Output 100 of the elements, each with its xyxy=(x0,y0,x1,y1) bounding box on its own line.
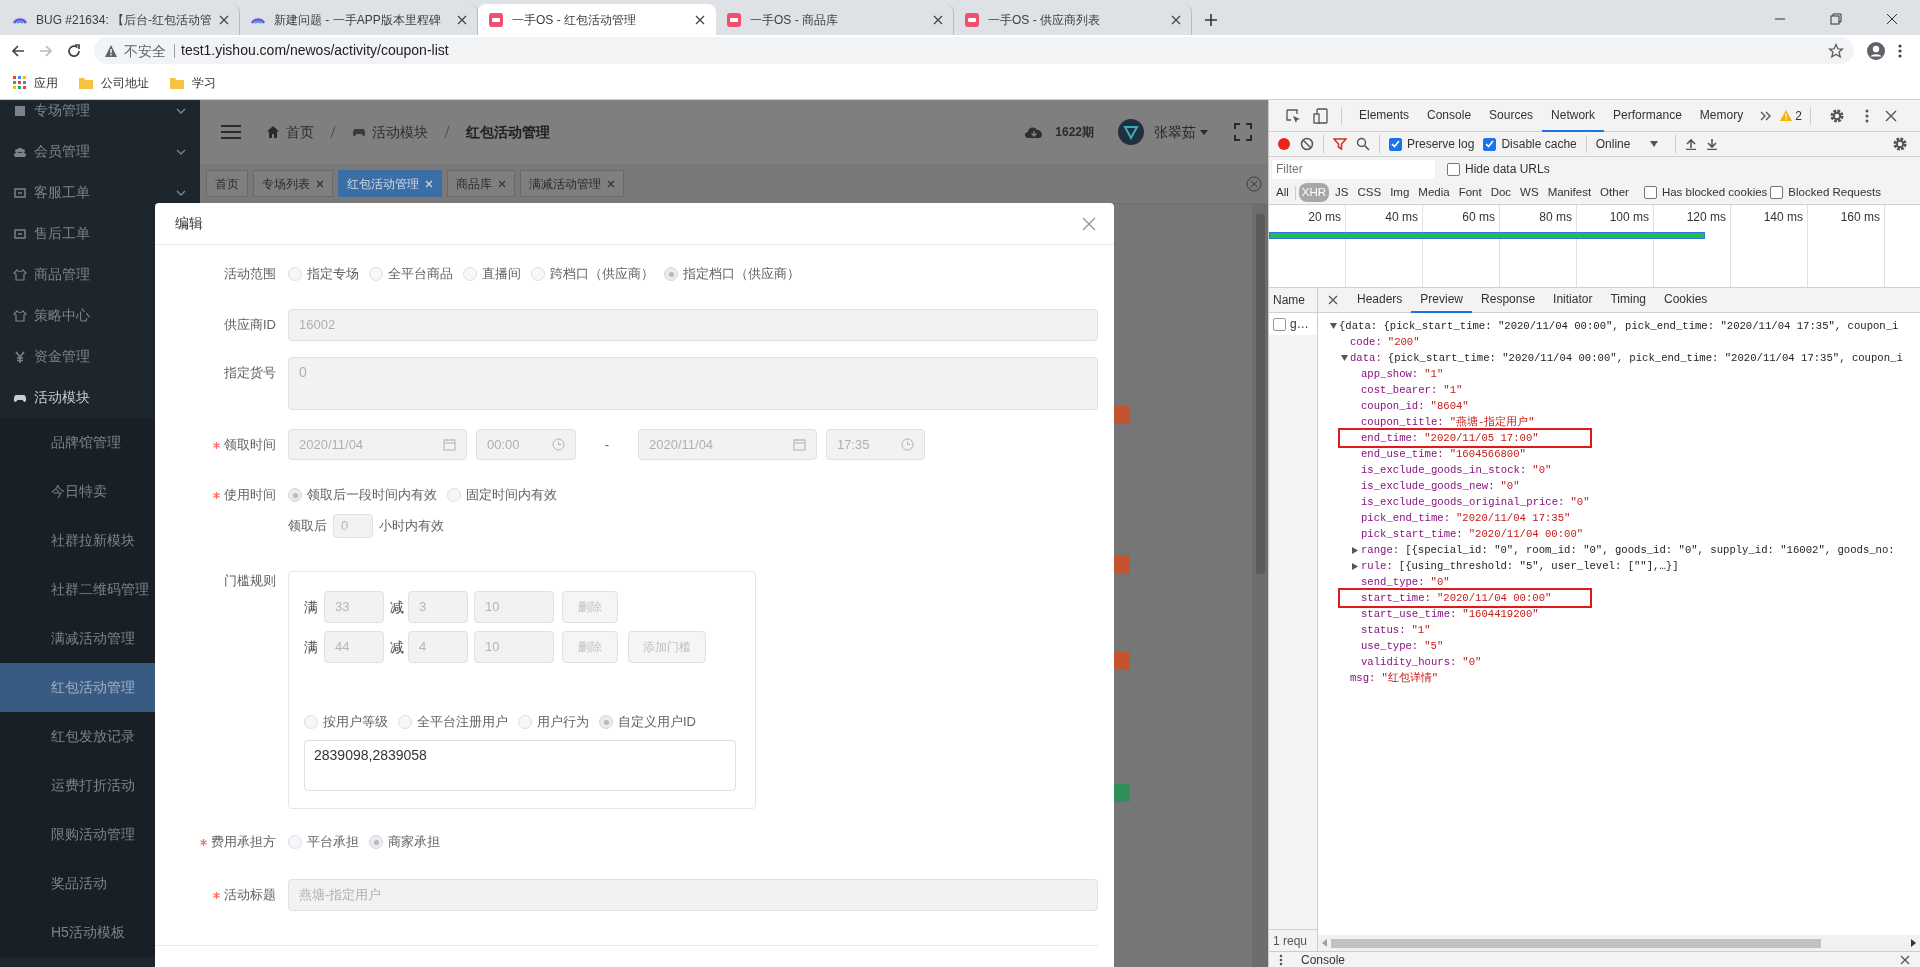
preview-line[interactable]: rule: [{using_threshold: "5", user_level: [""],…}] xyxy=(1361,558,1679,574)
restore-icon[interactable] xyxy=(1830,13,1842,25)
radio-option[interactable]: 指定专场 xyxy=(288,264,359,284)
settings-icon[interactable] xyxy=(1828,107,1845,124)
bookmark[interactable]: 学习 xyxy=(169,73,216,92)
type-filter[interactable]: Media xyxy=(1415,182,1453,203)
filter-icon[interactable] xyxy=(1333,137,1347,151)
detail-tab[interactable]: Response xyxy=(1472,287,1545,313)
preview-line[interactable]: range: [{special_id: "0", room_id: "0", goods_id: "0", supply_id: "16002", goods_no: xyxy=(1361,542,1895,558)
settings-icon[interactable] xyxy=(1892,136,1908,152)
sidebar-item[interactable]: 策略中心 xyxy=(0,295,200,336)
page-tab[interactable]: 商品库 xyxy=(447,170,515,197)
detail-tab[interactable]: Preview xyxy=(1411,287,1473,313)
browser-tab[interactable]: BUG #21634: 【后台-红包活动管 xyxy=(2,4,240,35)
expanded-triangle-icon[interactable] xyxy=(1341,355,1348,361)
checkbox[interactable]: Preserve log xyxy=(1389,135,1475,153)
page-tab[interactable]: 红包活动管理 xyxy=(338,170,442,197)
scroll-right-icon[interactable] xyxy=(1911,939,1916,947)
close-icon[interactable] xyxy=(1171,14,1181,25)
type-filter[interactable]: All xyxy=(1273,182,1292,203)
breadcrumb-link[interactable]: 首页 xyxy=(286,121,314,143)
breadcrumb-link[interactable]: 活动模块 xyxy=(372,121,428,143)
more-options-icon[interactable] xyxy=(1864,107,1869,124)
devtools-tab[interactable]: Performance xyxy=(1604,99,1691,132)
browser-tab[interactable]: 一手OS - 红包活动管理 xyxy=(478,4,716,35)
warning-count[interactable]: 2 xyxy=(1780,106,1802,125)
drawer-tab[interactable]: Console xyxy=(1301,950,1346,967)
close-icon[interactable] xyxy=(933,14,943,25)
drawer-menu-icon[interactable] xyxy=(1279,953,1283,966)
radio-option[interactable]: 自定义用户ID xyxy=(599,712,696,732)
download-icon[interactable] xyxy=(1705,138,1718,150)
close-icon[interactable] xyxy=(219,14,229,25)
user-menu[interactable]: 张翠茹 xyxy=(1154,121,1208,143)
type-filter[interactable]: CSS xyxy=(1354,182,1385,203)
radio-option[interactable]: 直播间 xyxy=(463,264,521,284)
type-filter[interactable]: Img xyxy=(1387,182,1413,203)
devtools-tab[interactable]: Sources xyxy=(1480,99,1543,132)
sidebar-item[interactable]: 客服工单 xyxy=(0,172,200,213)
devtools-tab[interactable]: Console xyxy=(1418,99,1481,132)
page-tab[interactable]: 专场列表 xyxy=(253,170,333,197)
type-filter[interactable]: WS xyxy=(1517,182,1542,203)
horizontal-scrollbar[interactable] xyxy=(1318,935,1920,951)
upload-icon[interactable] xyxy=(1684,138,1697,150)
radio-option[interactable]: 指定档口（供应商） xyxy=(664,264,800,284)
close-icon[interactable] xyxy=(1900,954,1910,965)
sidebar-item[interactable]: 专场管理 xyxy=(0,100,200,131)
reload-icon[interactable] xyxy=(66,42,82,59)
new-tab-icon[interactable] xyxy=(1204,13,1218,27)
browser-tab[interactable]: 一手OS - 供应商列表 xyxy=(954,4,1192,35)
bookmark[interactable]: 公司地址 xyxy=(78,73,149,92)
avatar[interactable] xyxy=(1118,119,1144,145)
radio-option[interactable]: 按用户等级 xyxy=(304,712,388,732)
radio-option[interactable]: 跨档口（供应商） xyxy=(531,264,654,284)
search-icon[interactable] xyxy=(1356,137,1370,151)
sidebar-item[interactable]: 商品管理 xyxy=(0,254,200,295)
close-icon[interactable] xyxy=(1328,295,1338,305)
star-icon[interactable] xyxy=(1828,42,1844,59)
radio-option[interactable]: 全平台商品 xyxy=(369,264,453,284)
back-icon[interactable] xyxy=(10,42,26,59)
radio-option[interactable]: 商家承担 xyxy=(369,832,440,852)
filter-input[interactable]: Filter xyxy=(1272,159,1435,179)
close-icon[interactable] xyxy=(457,14,467,25)
throttling-select[interactable]: Online xyxy=(1595,135,1658,153)
bookmark[interactable]: 应用 xyxy=(12,73,58,92)
radio-option[interactable]: 固定时间内有效 xyxy=(447,485,557,505)
close-circle-icon[interactable] xyxy=(1246,175,1262,192)
hamburger-menu-icon[interactable] xyxy=(220,124,242,140)
radio-option[interactable]: 用户行为 xyxy=(518,712,589,732)
devtools-tab[interactable]: Elements xyxy=(1350,99,1419,132)
browser-tab[interactable]: 一手OS - 商品库 xyxy=(716,4,954,35)
radio-option[interactable]: 全平台注册用户 xyxy=(398,712,508,732)
more-tabs-icon[interactable] xyxy=(1760,110,1773,121)
type-filter[interactable]: Other xyxy=(1597,182,1632,203)
collapsed-triangle-icon[interactable] xyxy=(1352,546,1358,554)
detail-tab[interactable]: Cookies xyxy=(1655,287,1717,313)
checkbox[interactable] xyxy=(1273,317,1286,331)
devtools-tab[interactable]: Memory xyxy=(1690,99,1753,132)
radio-option[interactable]: 平台承担 xyxy=(288,832,359,852)
checkbox[interactable]: Disable cache xyxy=(1483,135,1577,153)
close-icon[interactable] xyxy=(1884,109,1897,122)
device-toolbar-icon[interactable] xyxy=(1313,107,1329,124)
type-filter[interactable]: JS xyxy=(1332,182,1352,203)
request-row[interactable]: g… xyxy=(1269,313,1317,335)
account-icon[interactable] xyxy=(1866,40,1886,61)
type-filter[interactable]: Doc xyxy=(1487,182,1515,203)
radio-option[interactable]: 领取后一段时间内有效 xyxy=(288,485,437,505)
fullscreen-icon[interactable] xyxy=(1234,123,1252,141)
type-filter[interactable]: Manifest xyxy=(1544,182,1595,203)
collapsed-triangle-icon[interactable] xyxy=(1352,562,1358,570)
menu-icon[interactable] xyxy=(1898,42,1902,59)
preview-line[interactable]: {data: {pick_start_time: "2020/11/04 00:00", pick_end_time: "2020/11/04 17:35", coupon_i xyxy=(1339,318,1899,334)
inspect-icon[interactable] xyxy=(1285,107,1301,124)
checkbox[interactable]: Has blocked cookies xyxy=(1643,183,1768,202)
clear-icon[interactable] xyxy=(1300,137,1314,151)
close-icon[interactable] xyxy=(1886,13,1898,25)
address-bar[interactable]: 不安全 test1.yishou.com/newos/activity/coupon-list xyxy=(94,37,1854,64)
record-icon[interactable] xyxy=(1277,137,1291,151)
detail-tab[interactable]: Headers xyxy=(1348,287,1412,313)
type-filter[interactable]: Font xyxy=(1455,182,1485,203)
checkbox[interactable]: Hide data URLs xyxy=(1447,160,1550,178)
